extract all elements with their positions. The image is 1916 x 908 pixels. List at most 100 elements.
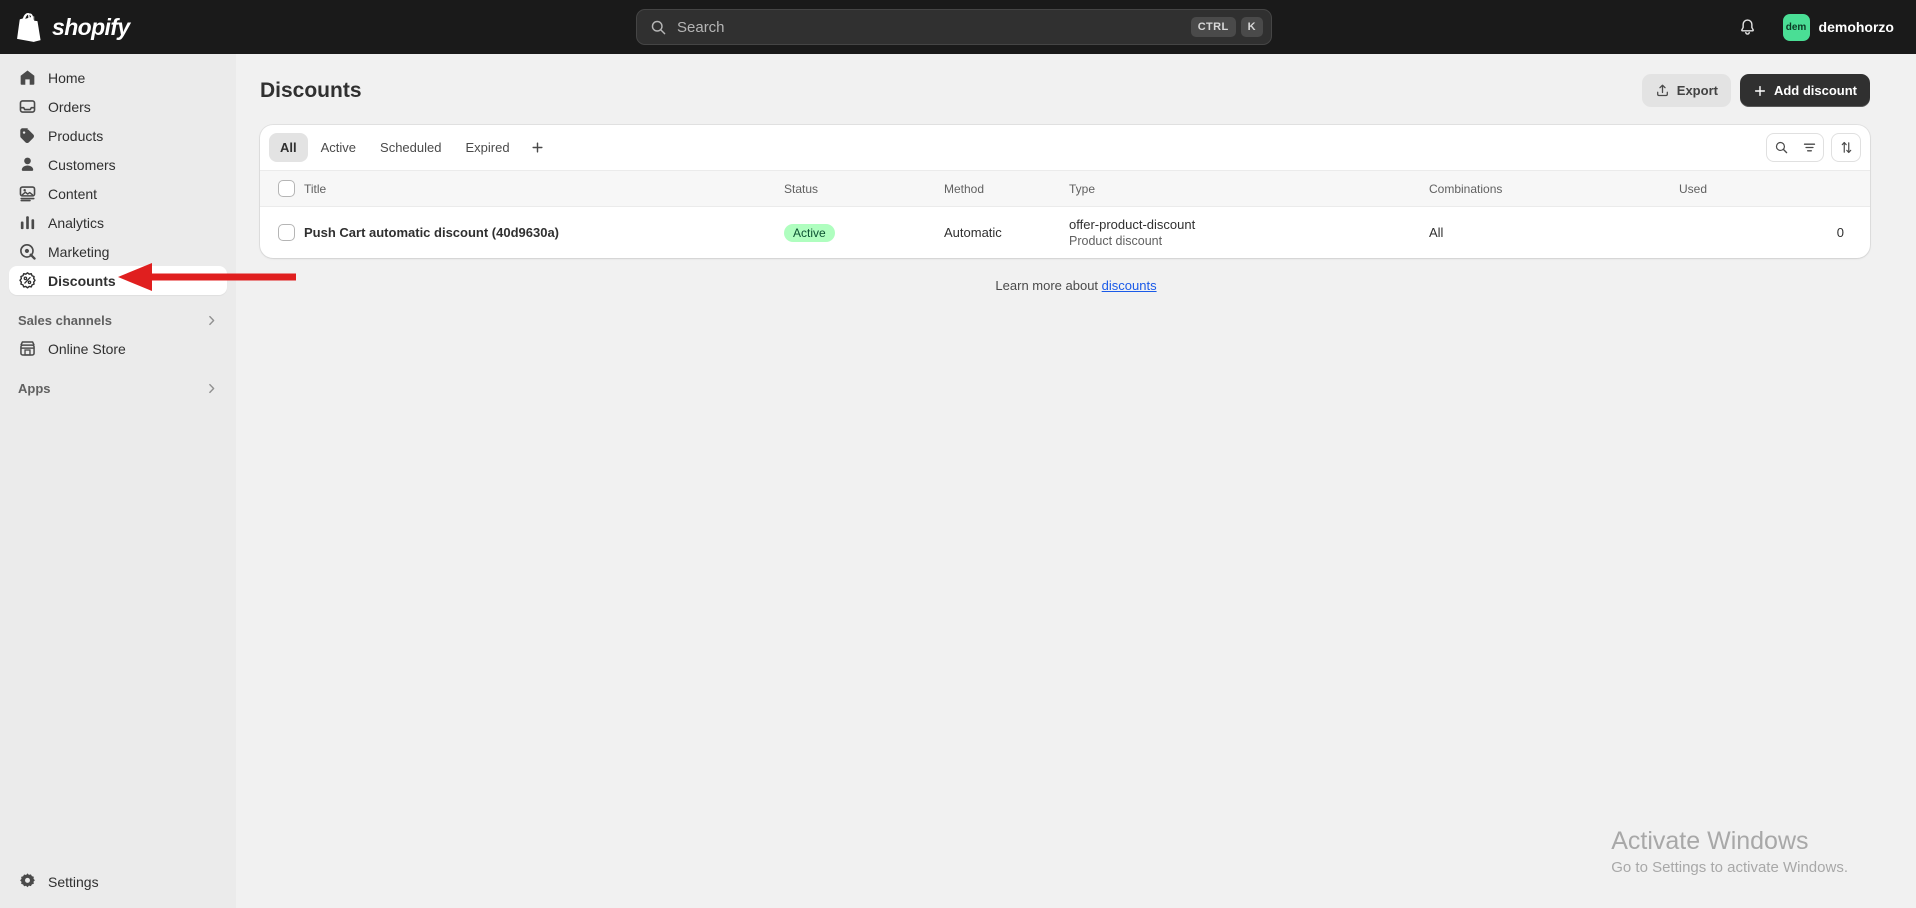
sidebar-item-marketing[interactable]: Marketing xyxy=(9,237,227,266)
shopify-bag-icon xyxy=(17,13,43,42)
analytics-bars-icon xyxy=(18,213,37,232)
search-shortcut-k: K xyxy=(1241,17,1263,37)
sidebar-section-label: Sales channels xyxy=(18,313,112,328)
select-all-checkbox[interactable] xyxy=(278,180,295,197)
row-title-cell: Push Cart automatic discount (40d9630a) xyxy=(304,207,784,259)
tab-all[interactable]: All xyxy=(269,133,308,162)
search-shortcut-ctrl: CTRL xyxy=(1191,17,1236,37)
plus-icon xyxy=(530,140,545,155)
sidebar-section-label: Apps xyxy=(18,381,51,396)
add-view-button[interactable] xyxy=(523,133,552,162)
discount-type-main: offer-product-discount xyxy=(1069,217,1429,232)
table-tools xyxy=(1766,133,1861,162)
sidebar-navigation: Home Orders Products Customers xyxy=(0,54,236,908)
tab-label: Active xyxy=(321,140,356,155)
tab-active[interactable]: Active xyxy=(310,133,367,162)
export-button[interactable]: Export xyxy=(1642,74,1731,107)
status-badge: Active xyxy=(784,224,835,242)
row-combinations-cell: All xyxy=(1429,207,1679,259)
table-search-button[interactable] xyxy=(1767,134,1795,161)
row-checkbox[interactable] xyxy=(278,224,295,241)
tab-label: Expired xyxy=(465,140,509,155)
row-method-cell: Automatic xyxy=(944,207,1069,259)
filter-icon xyxy=(1802,140,1817,155)
sidebar-item-products[interactable]: Products xyxy=(9,121,227,150)
content-image-icon xyxy=(18,184,37,203)
sidebar-item-content[interactable]: Content xyxy=(9,179,227,208)
windows-activation-watermark: Activate Windows Go to Settings to activ… xyxy=(1611,826,1848,876)
table-row[interactable]: Push Cart automatic discount (40d9630a) … xyxy=(260,207,1870,259)
top-navigation-bar: shopify Search CTRL K dem xyxy=(0,0,1916,54)
sidebar-item-orders[interactable]: Orders xyxy=(9,92,227,121)
table-filter-button[interactable] xyxy=(1795,134,1823,161)
column-header-status[interactable]: Status xyxy=(784,171,944,207)
column-header-title[interactable]: Title xyxy=(304,171,784,207)
notifications-button[interactable] xyxy=(1731,10,1765,44)
sidebar-section-apps[interactable]: Apps xyxy=(9,374,227,402)
sort-arrows-icon xyxy=(1839,140,1854,155)
table-sort-button[interactable] xyxy=(1832,134,1860,161)
view-tabs: All Active Scheduled Expired xyxy=(269,133,552,162)
add-discount-button[interactable]: Add discount xyxy=(1740,74,1870,107)
sort-group xyxy=(1831,133,1861,162)
tab-label: All xyxy=(280,140,297,155)
search-input[interactable]: Search CTRL K xyxy=(636,9,1272,45)
sidebar-item-discounts[interactable]: Discounts xyxy=(9,266,227,295)
discounts-help-link[interactable]: discounts xyxy=(1102,278,1157,293)
sidebar-item-customers[interactable]: Customers xyxy=(9,150,227,179)
tab-label: Scheduled xyxy=(380,140,441,155)
avatar: dem xyxy=(1783,14,1810,41)
sidebar-item-label: Products xyxy=(48,128,103,144)
sidebar-item-label: Settings xyxy=(48,874,99,890)
page-title: Discounts xyxy=(260,79,362,103)
discounts-table: Title Status Method Type Combinations Us… xyxy=(260,170,1870,258)
page-header: Discounts Export Add discount xyxy=(236,54,1916,107)
export-upload-icon xyxy=(1655,83,1670,98)
sidebar-section-sales-channels[interactable]: Sales channels xyxy=(9,306,227,334)
chevron-right-icon xyxy=(205,314,218,327)
shopify-wordmark: shopify xyxy=(52,14,130,41)
sidebar-item-label: Marketing xyxy=(48,244,109,260)
bell-icon xyxy=(1738,18,1757,37)
account-menu-button[interactable]: dem demohorzo xyxy=(1779,10,1902,45)
sidebar-item-analytics[interactable]: Analytics xyxy=(9,208,227,237)
search-placeholder: Search xyxy=(677,19,1186,36)
page-header-actions: Export Add discount xyxy=(1642,74,1870,107)
sidebar-item-home[interactable]: Home xyxy=(9,63,227,92)
search-icon xyxy=(650,19,667,36)
learn-more-text: Learn more about discounts xyxy=(236,278,1916,293)
tab-scheduled[interactable]: Scheduled xyxy=(369,133,452,162)
search-icon xyxy=(1774,140,1789,155)
add-discount-label: Add discount xyxy=(1774,83,1857,98)
row-used-cell: 0 xyxy=(1679,207,1870,259)
sidebar-spacer xyxy=(9,363,227,374)
sidebar-item-settings[interactable]: Settings xyxy=(9,867,227,896)
view-tabs-row: All Active Scheduled Expired xyxy=(260,125,1870,170)
plus-icon xyxy=(1753,84,1767,98)
discounts-card: All Active Scheduled Expired xyxy=(260,125,1870,258)
discount-type-sub: Product discount xyxy=(1069,234,1429,248)
column-header-used[interactable]: Used xyxy=(1679,171,1870,207)
sidebar-item-label: Analytics xyxy=(48,215,104,231)
column-header-method[interactable]: Method xyxy=(944,171,1069,207)
table-body: Push Cart automatic discount (40d9630a) … xyxy=(260,207,1870,259)
export-button-label: Export xyxy=(1677,83,1718,98)
discount-title-link[interactable]: Push Cart automatic discount (40d9630a) xyxy=(304,225,559,240)
customer-person-icon xyxy=(18,155,37,174)
sidebar-item-label: Content xyxy=(48,186,97,202)
sidebar-item-label: Online Store xyxy=(48,341,126,357)
account-name: demohorzo xyxy=(1819,19,1894,35)
main-content: Discounts Export Add discount xyxy=(236,54,1916,908)
sidebar-footer: Settings xyxy=(9,867,227,896)
sidebar-item-online-store[interactable]: Online Store xyxy=(9,334,227,363)
tab-expired[interactable]: Expired xyxy=(454,133,520,162)
sidebar-item-label: Orders xyxy=(48,99,91,115)
global-search[interactable]: Search CTRL K xyxy=(636,9,1272,45)
column-header-combinations[interactable]: Combinations xyxy=(1429,171,1679,207)
row-type-cell: offer-product-discount Product discount xyxy=(1069,207,1429,259)
search-filter-group xyxy=(1766,133,1824,162)
column-header-type[interactable]: Type xyxy=(1069,171,1429,207)
orders-inbox-icon xyxy=(18,97,37,116)
gear-icon xyxy=(18,872,37,891)
shopify-logo[interactable]: shopify xyxy=(17,13,217,42)
